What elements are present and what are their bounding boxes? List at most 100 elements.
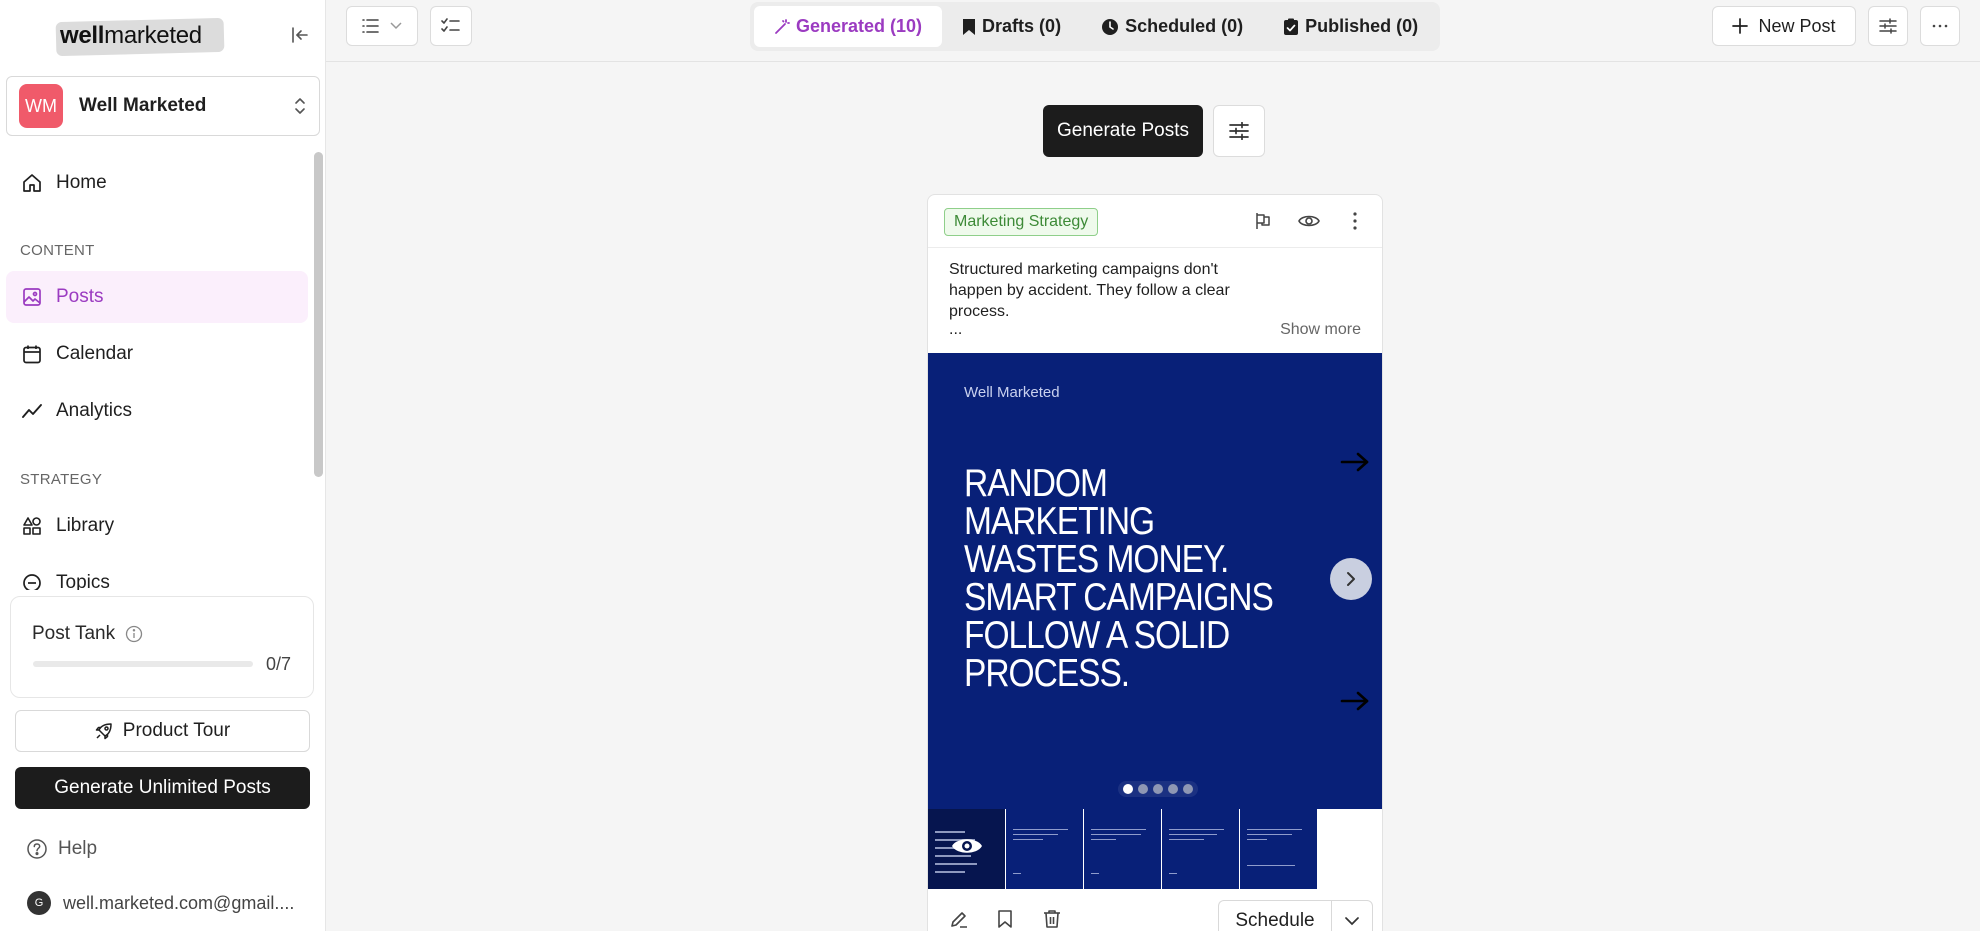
sidebar-item-label: Home bbox=[56, 172, 107, 193]
carousel-slide: Well Marketed RANDOM MARKETING WASTES MO… bbox=[928, 353, 1382, 809]
sidebar-item-analytics[interactable]: Analytics bbox=[6, 385, 308, 437]
chevron-down-icon bbox=[390, 22, 402, 30]
tab-drafts[interactable]: Drafts (0) bbox=[942, 6, 1081, 47]
generate-posts-button[interactable]: Generate Posts bbox=[1043, 105, 1203, 157]
post-tank-count: 0/7 bbox=[265, 654, 291, 674]
account-email: well.marketed.com@gmail.... bbox=[63, 892, 295, 913]
slide-thumbnail[interactable] bbox=[1006, 809, 1084, 889]
post-tank-title: Post Tank bbox=[32, 623, 116, 644]
slide-dot[interactable] bbox=[1138, 784, 1148, 794]
avatar: G bbox=[27, 891, 51, 915]
bookmark-icon[interactable] bbox=[997, 909, 1019, 931]
logo-row: wellmarketed bbox=[0, 0, 326, 70]
slide-brand: Well Marketed bbox=[964, 384, 1060, 401]
calendar-icon bbox=[20, 342, 44, 366]
post-tank-panel: Post Tank 0/7 bbox=[10, 596, 314, 698]
tab-published[interactable]: Published (0) bbox=[1263, 6, 1438, 47]
section-label-content: CONTENT bbox=[20, 242, 95, 259]
list-icon bbox=[362, 18, 382, 34]
rocket-icon bbox=[95, 722, 113, 740]
account-menu[interactable]: G well.marketed.com@gmail.... bbox=[27, 891, 294, 915]
schedule-options-button[interactable] bbox=[1331, 900, 1373, 931]
sidebar-item-label: Analytics bbox=[56, 400, 133, 421]
sliders-icon bbox=[1229, 122, 1249, 140]
checklist-icon bbox=[441, 18, 461, 34]
eye-icon bbox=[950, 834, 984, 858]
home-icon bbox=[20, 171, 44, 195]
sidebar-item-label: Library bbox=[56, 515, 115, 536]
generation-settings-button[interactable] bbox=[1213, 105, 1265, 157]
trash-icon[interactable] bbox=[1043, 909, 1065, 931]
arrow-right-icon bbox=[1340, 690, 1370, 714]
slide-indicator bbox=[1118, 781, 1198, 797]
flag-icon[interactable] bbox=[1251, 209, 1275, 233]
filter-settings-button[interactable] bbox=[1868, 6, 1908, 46]
plus-icon bbox=[1732, 18, 1749, 34]
tab-scheduled[interactable]: Scheduled (0) bbox=[1081, 6, 1263, 47]
image-icon bbox=[20, 285, 44, 309]
slide-dot[interactable] bbox=[1168, 784, 1178, 794]
chevron-right-icon bbox=[1346, 571, 1356, 587]
post-status-tabs: Generated (10) Drafts (0) Scheduled (0) … bbox=[750, 2, 1440, 51]
workspace-avatar: WM bbox=[19, 84, 63, 128]
help-icon bbox=[26, 838, 48, 860]
category-tag[interactable]: Marketing Strategy bbox=[944, 208, 1099, 236]
generate-unlimited-button[interactable]: Generate Unlimited Posts bbox=[15, 767, 310, 809]
show-more-link[interactable]: Show more bbox=[1280, 321, 1361, 339]
sidebar-item-label: Calendar bbox=[56, 343, 134, 364]
sidebar-item-home[interactable]: Home bbox=[6, 157, 308, 209]
slide-dot[interactable] bbox=[1153, 784, 1163, 794]
slide-thumbnail[interactable] bbox=[1162, 809, 1240, 889]
sidebar-item-posts[interactable]: Posts bbox=[6, 271, 308, 323]
slide-thumbnail[interactable] bbox=[928, 809, 1006, 889]
new-post-button[interactable]: New Post bbox=[1712, 6, 1856, 46]
sidebar: wellmarketed WM Well Marketed Home CONTE… bbox=[0, 0, 326, 931]
post-card-header: Marketing Strategy bbox=[928, 195, 1382, 248]
workspace-name: Well Marketed bbox=[79, 95, 207, 116]
sidebar-item-library[interactable]: Library bbox=[6, 500, 308, 552]
shapes-icon bbox=[20, 514, 44, 538]
schedule-button[interactable]: Schedule bbox=[1218, 900, 1331, 931]
chevron-up-down-icon bbox=[293, 96, 307, 116]
slide-dot[interactable] bbox=[1123, 784, 1133, 794]
post-card: Marketing Strategy Structured marketing … bbox=[927, 194, 1383, 931]
tab-generated[interactable]: Generated (10) bbox=[754, 6, 943, 47]
info-icon[interactable] bbox=[125, 625, 143, 643]
sidebar-nav: Home CONTENT Posts Calendar Analytics ST… bbox=[0, 150, 326, 590]
view-mode-dropdown[interactable] bbox=[346, 6, 418, 46]
edit-icon[interactable] bbox=[949, 909, 971, 931]
sidebar-item-calendar[interactable]: Calendar bbox=[6, 328, 308, 380]
section-label-strategy: STRATEGY bbox=[20, 471, 103, 488]
collapse-sidebar-icon[interactable] bbox=[288, 23, 312, 47]
more-horizontal-icon bbox=[1932, 24, 1948, 28]
sidebar-item-topics[interactable]: Topics bbox=[6, 557, 308, 590]
sidebar-item-label: Topics bbox=[56, 572, 110, 590]
slide-thumbnail[interactable] bbox=[1084, 809, 1162, 889]
clock-icon bbox=[1101, 18, 1119, 36]
check-square-icon bbox=[1283, 18, 1299, 36]
slide-headline: RANDOM MARKETING WASTES MONEY. SMART CAM… bbox=[964, 462, 1274, 695]
sidebar-item-label: Posts bbox=[56, 286, 104, 307]
post-caption: Structured marketing campaigns don't hap… bbox=[949, 261, 1230, 320]
help-link[interactable]: Help bbox=[26, 838, 97, 860]
bookmark-icon bbox=[962, 18, 976, 36]
trend-line-icon bbox=[20, 399, 44, 423]
eye-icon[interactable] bbox=[1297, 209, 1321, 233]
top-bar: Generated (10) Drafts (0) Scheduled (0) … bbox=[326, 0, 1980, 62]
arrow-right-icon bbox=[1340, 451, 1370, 475]
next-slide-button[interactable] bbox=[1330, 558, 1372, 600]
select-mode-button[interactable] bbox=[430, 6, 472, 46]
product-tour-button[interactable]: Product Tour bbox=[15, 710, 310, 752]
slide-dot[interactable] bbox=[1183, 784, 1193, 794]
topics-icon bbox=[20, 571, 44, 590]
more-vertical-icon[interactable] bbox=[1343, 209, 1367, 233]
chevron-down-icon bbox=[1345, 916, 1359, 926]
sliders-icon bbox=[1879, 18, 1897, 34]
wand-icon bbox=[774, 18, 790, 35]
workspace-switcher[interactable]: WM Well Marketed bbox=[6, 76, 320, 136]
post-tank-progress bbox=[33, 661, 253, 667]
more-options-button[interactable] bbox=[1920, 6, 1960, 46]
slide-thumbnail[interactable] bbox=[1240, 809, 1318, 889]
brand-logo[interactable]: wellmarketed bbox=[55, 16, 225, 57]
slide-thumbnails bbox=[928, 809, 1382, 889]
